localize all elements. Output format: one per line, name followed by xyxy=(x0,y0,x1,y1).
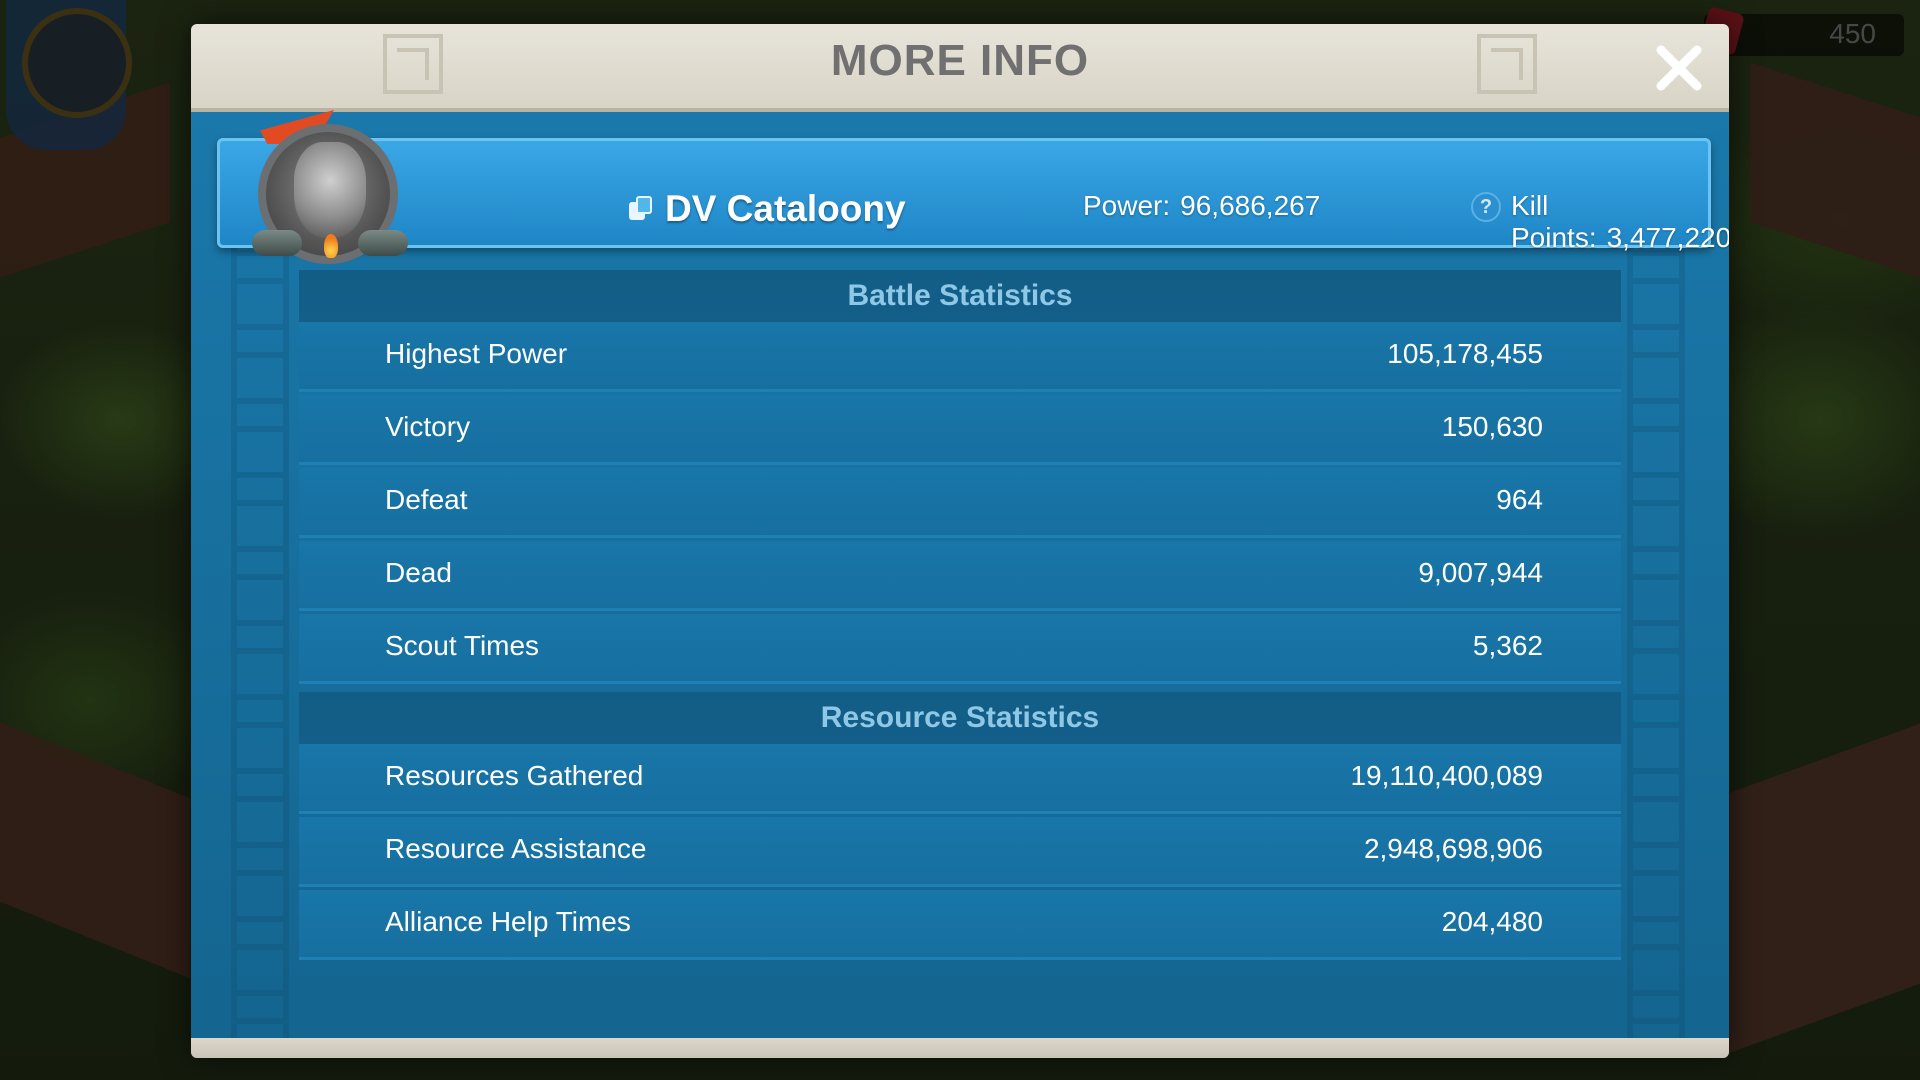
close-x-icon xyxy=(1656,45,1702,91)
stat-value: 5,362 xyxy=(1472,630,1543,661)
stat-label: Defeat xyxy=(385,484,468,515)
stat-value: 105,178,455 xyxy=(1387,338,1543,369)
stat-label: Highest Power xyxy=(385,338,568,369)
stat-row-dead: Dead 9,007,944 xyxy=(299,541,1621,611)
greek-key-border-right xyxy=(1627,222,1685,1042)
stat-value: 2,948,698,906 xyxy=(1363,833,1543,864)
battle-statistics-header: Battle Statistics xyxy=(299,270,1621,322)
flame-icon xyxy=(324,234,338,258)
stat-value: 150,630 xyxy=(1441,411,1543,442)
copy-icon[interactable] xyxy=(629,196,653,222)
stat-label: Resource Assistance xyxy=(385,833,647,864)
cannon-icon xyxy=(358,230,408,256)
cannon-icon xyxy=(252,230,302,256)
help-icon[interactable]: ? xyxy=(1471,192,1501,222)
player-name-group: DV Cataloony xyxy=(629,188,906,230)
commander-portrait xyxy=(294,142,366,238)
stat-label: Victory xyxy=(385,411,471,442)
stat-row-victory: Victory 150,630 xyxy=(299,395,1621,465)
stat-label: Scout Times xyxy=(385,630,540,661)
stat-row-resources-gathered: Resources Gathered 19,110,400,089 xyxy=(299,744,1621,814)
dialog-title: MORE INFO xyxy=(830,36,1090,85)
greek-key-border-left xyxy=(231,222,289,1042)
stat-label: Alliance Help Times xyxy=(385,906,631,937)
stat-value: 9,007,944 xyxy=(1418,557,1543,588)
stat-row-alliance-help-times: Alliance Help Times 204,480 xyxy=(299,890,1621,960)
stat-value: 964 xyxy=(1496,484,1543,515)
stat-row-resource-assistance: Resource Assistance 2,948,698,906 xyxy=(299,817,1621,887)
power-value: 96,686,267 xyxy=(1180,190,1321,221)
kill-points-label: Kill Points: xyxy=(1511,190,1597,253)
stat-label: Resources Gathered xyxy=(385,760,644,791)
player-avatar[interactable] xyxy=(248,104,412,272)
close-button[interactable] xyxy=(1651,40,1707,96)
stat-label: Dead xyxy=(385,557,452,588)
kill-points-stat: Kill Points: 3,477,220,186 xyxy=(1511,190,1729,254)
dialog-header: MORE INFO xyxy=(191,24,1729,112)
stat-value: 19,110,400,089 xyxy=(1350,760,1543,791)
stat-value: 204,480 xyxy=(1441,906,1543,937)
player-name: DV Cataloony xyxy=(665,188,906,229)
stat-row-scout-times: Scout Times 5,362 xyxy=(299,614,1621,684)
dialog-footer xyxy=(191,1038,1729,1058)
power-stat: Power: 96,686,267 xyxy=(1083,190,1320,222)
stat-row-defeat: Defeat 964 xyxy=(299,468,1621,538)
resource-statistics-header: Resource Statistics xyxy=(299,692,1621,744)
more-info-dialog: MORE INFO DV Cataloony Power: 96,686,267 … xyxy=(191,24,1729,1058)
power-label: Power: xyxy=(1083,190,1171,221)
kill-points-value: 3,477,220,186 xyxy=(1606,222,1729,253)
stat-row-highest-power: Highest Power 105,178,455 xyxy=(299,322,1621,392)
